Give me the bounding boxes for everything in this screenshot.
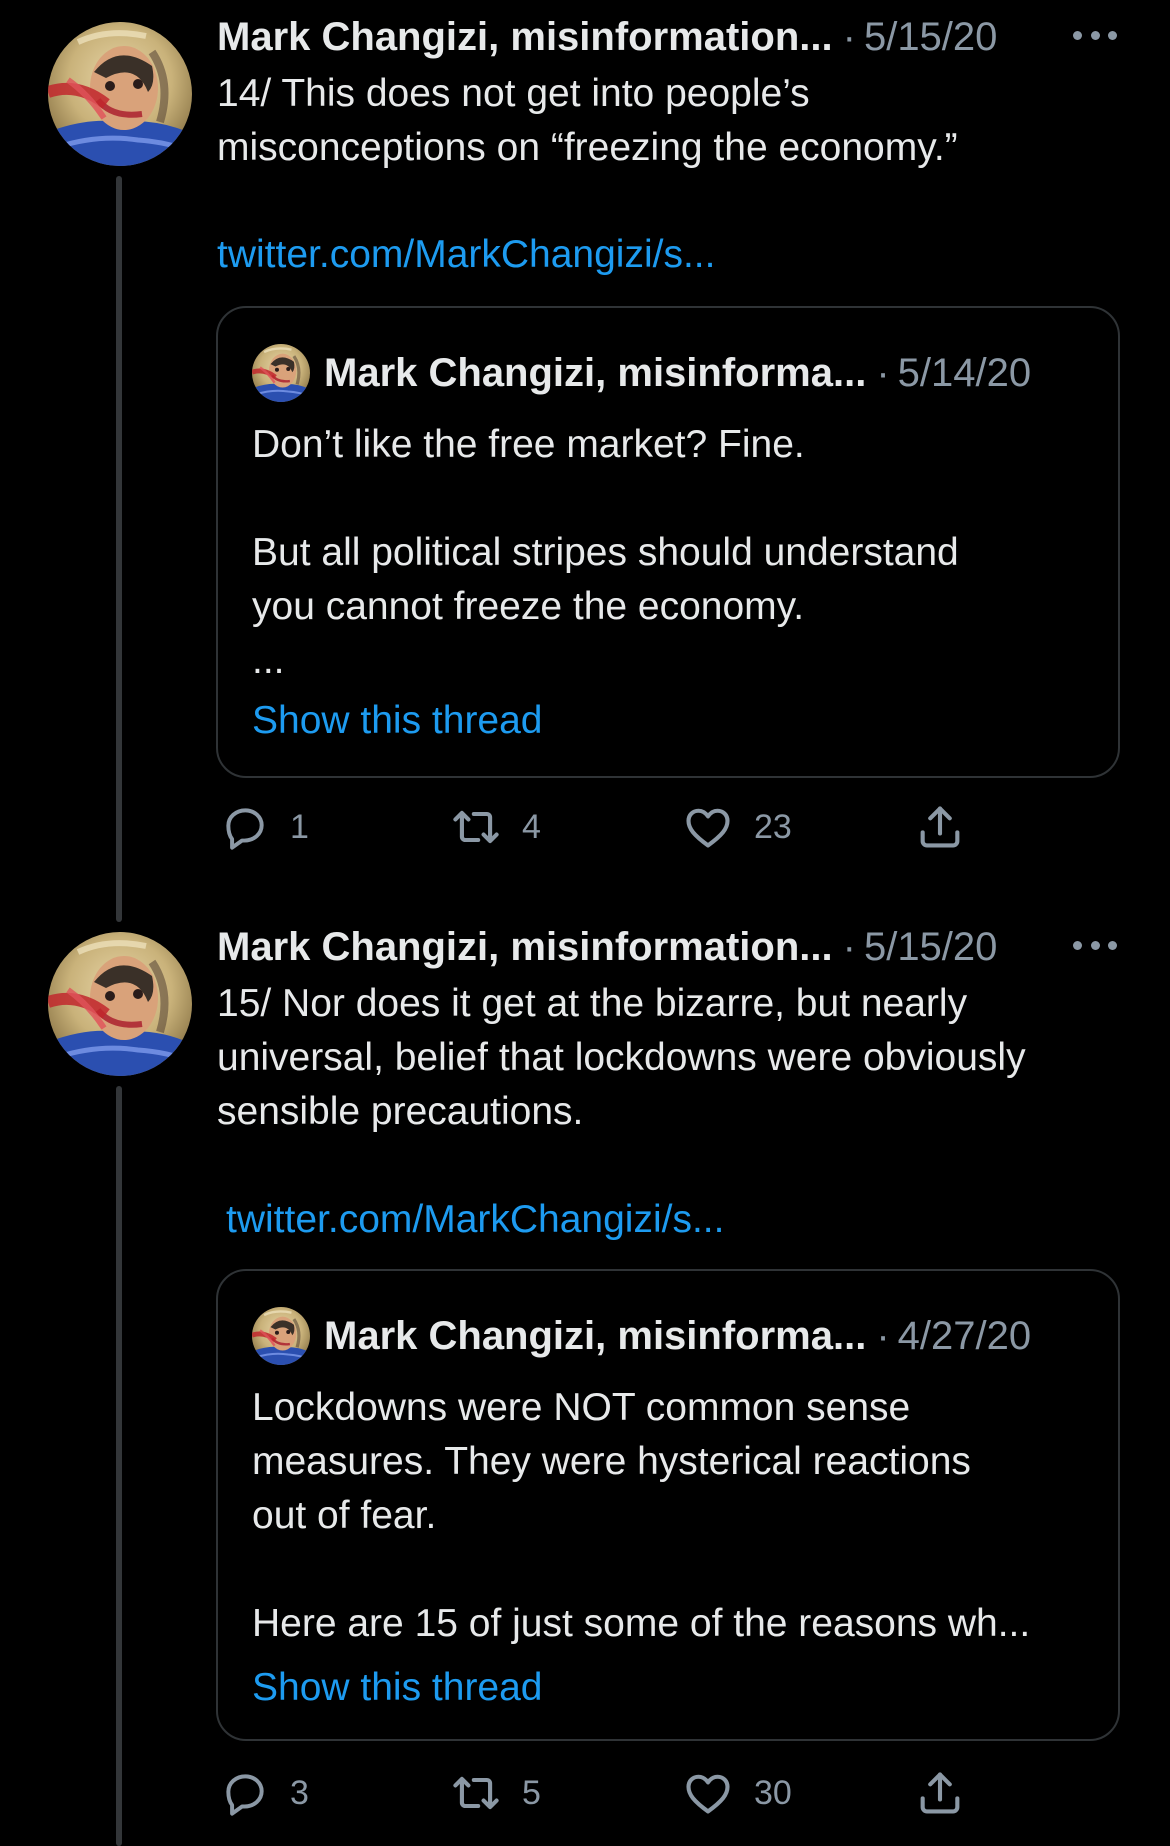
author-name[interactable]: Mark Changizi, misinformation... <box>217 922 833 972</box>
tweet-text: 14/ This does not get into people’s misc… <box>217 72 958 169</box>
tweet-date[interactable]: 5/15/20 <box>864 922 997 972</box>
like-count: 23 <box>754 807 792 846</box>
reply-count: 3 <box>290 1773 309 1812</box>
retweet-count: 4 <box>522 807 541 846</box>
tweet-link[interactable]: twitter.com/MarkChangizi/s... <box>217 230 715 280</box>
quoted-tweet-header: Mark Changizi, misinforma... · 4/27/20 <box>324 1311 1031 1361</box>
like-button[interactable]: 23 <box>682 797 792 857</box>
quoted-tweet-text: Don’t like the free market? Fine. But al… <box>252 423 959 682</box>
show-thread-link[interactable]: Show this thread <box>252 696 543 746</box>
avatar[interactable] <box>48 932 192 1076</box>
heart-icon <box>686 1774 730 1814</box>
avatar[interactable] <box>48 22 192 166</box>
retweet-icon <box>453 1776 499 1810</box>
retweet-icon <box>453 810 499 844</box>
share-button[interactable] <box>914 1763 966 1823</box>
reply-icon <box>226 808 264 850</box>
quoted-tweet-text: Lockdowns were NOT common sense measures… <box>252 1386 1031 1645</box>
separator-dot: · <box>876 1314 890 1358</box>
quoted-avatar <box>252 344 310 402</box>
reply-count: 1 <box>290 807 309 846</box>
author-name[interactable]: Mark Changizi, misinformation... <box>217 12 833 62</box>
share-icon <box>920 1772 960 1814</box>
separator-dot: · <box>876 351 890 395</box>
like-button[interactable]: 30 <box>682 1763 792 1823</box>
reply-button[interactable]: 1 <box>220 797 309 857</box>
tweet-actions: 1 4 23 <box>216 797 976 857</box>
tweet-date[interactable]: 5/15/20 <box>864 12 997 62</box>
quoted-tweet-date: 5/14/20 <box>897 351 1032 395</box>
tweet-actions: 3 5 30 <box>216 1763 976 1823</box>
separator-dot: · <box>842 15 856 59</box>
quoted-tweet-header: Mark Changizi, misinforma... · 5/14/20 <box>324 348 1031 398</box>
show-thread-link[interactable]: Show this thread <box>252 1663 543 1713</box>
quoted-author-name: Mark Changizi, misinforma... <box>324 1314 867 1358</box>
retweet-button[interactable]: 5 <box>450 1763 541 1823</box>
heart-icon <box>686 808 730 848</box>
reply-button[interactable]: 3 <box>220 1763 309 1823</box>
more-icon[interactable] <box>1073 20 1117 50</box>
tweet-header: Mark Changizi, misinformation... · 5/15/… <box>217 922 997 972</box>
quoted-author-name: Mark Changizi, misinforma... <box>324 351 867 395</box>
reply-icon <box>226 1774 264 1816</box>
more-icon[interactable] <box>1073 930 1117 960</box>
share-button[interactable] <box>914 797 966 857</box>
quoted-tweet[interactable]: Mark Changizi, misinforma... · 4/27/20 L… <box>216 1269 1120 1741</box>
quoted-tweet-date: 4/27/20 <box>897 1314 1032 1358</box>
share-icon <box>920 806 960 848</box>
separator-dot: · <box>842 925 856 969</box>
thread-connector-line <box>116 176 122 922</box>
quoted-tweet[interactable]: Mark Changizi, misinforma... · 5/14/20 D… <box>216 306 1120 778</box>
tweet-header: Mark Changizi, misinformation... · 5/15/… <box>217 12 997 62</box>
tweet-text: 15/ Nor does it get at the bizarre, but … <box>217 982 1026 1133</box>
retweet-button[interactable]: 4 <box>450 797 541 857</box>
retweet-count: 5 <box>522 1773 541 1812</box>
tweet-link[interactable]: twitter.com/MarkChangizi/s... <box>226 1195 724 1245</box>
quoted-avatar <box>252 1307 310 1365</box>
like-count: 30 <box>754 1773 792 1812</box>
thread-connector-line <box>116 1086 122 1846</box>
